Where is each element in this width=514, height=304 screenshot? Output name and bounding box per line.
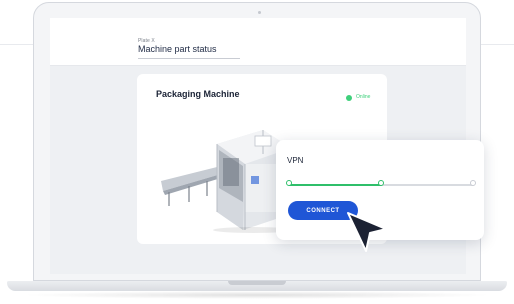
vpn-progress-fill xyxy=(289,184,381,186)
vpn-label: VPN xyxy=(287,156,304,165)
status-dot-icon xyxy=(346,95,352,101)
header-underline xyxy=(138,58,240,59)
cursor-arrow-icon xyxy=(347,212,387,252)
vpn-progress-step xyxy=(286,180,292,186)
machine-image xyxy=(161,130,293,233)
vpn-progress-step xyxy=(378,180,384,186)
laptop-base xyxy=(0,281,514,304)
camera-icon xyxy=(258,11,261,14)
laptop-notch xyxy=(228,281,286,285)
status-label: Online xyxy=(356,94,371,100)
laptop-shadow xyxy=(20,291,494,299)
page-title: Machine part status xyxy=(138,44,217,54)
machine-card-title: Packaging Machine xyxy=(156,89,240,99)
app-header: Plate X Machine part status xyxy=(50,18,466,66)
vpn-progress-step xyxy=(470,180,476,186)
